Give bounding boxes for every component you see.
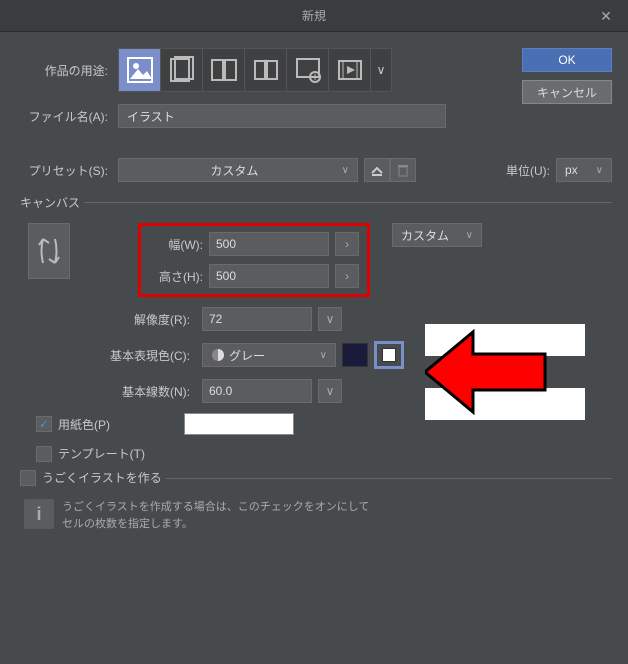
lines-dropdown[interactable]: ∨ xyxy=(318,379,342,403)
unit-select[interactable]: px ∨ xyxy=(556,158,612,182)
close-button[interactable]: ✕ xyxy=(584,0,628,32)
titlebar: 新規 ✕ xyxy=(0,0,628,32)
trash-icon xyxy=(397,163,409,177)
purpose-book[interactable] xyxy=(245,49,287,91)
orientation-button[interactable] xyxy=(28,223,70,279)
chevron-down-icon: ∨ xyxy=(466,230,473,241)
height-input[interactable] xyxy=(209,264,329,288)
purpose-print[interactable] xyxy=(287,49,329,91)
purpose-dropdown[interactable]: ∨ xyxy=(371,49,391,91)
chevron-down-icon: ∨ xyxy=(320,350,327,361)
moving-label: うごくイラストを作る xyxy=(42,469,162,486)
chevron-down-icon: ∨ xyxy=(377,63,386,77)
template-label: テンプレート(T) xyxy=(58,445,145,462)
swap-icon xyxy=(37,231,61,271)
size-preset-select[interactable]: カスタム ∨ xyxy=(392,223,482,247)
comic-icon xyxy=(167,55,197,85)
template-checkbox[interactable] xyxy=(36,446,52,462)
color-swatch-dark[interactable] xyxy=(342,343,368,367)
basecolor-label: 基本表現色(C): xyxy=(16,347,196,364)
dimensions-highlight: 幅(W): › 高さ(H): › xyxy=(138,223,370,297)
papercolor-swatch[interactable] xyxy=(184,413,294,435)
resolution-dropdown[interactable]: ∨ xyxy=(318,307,342,331)
close-icon: ✕ xyxy=(600,8,612,25)
illustration-icon xyxy=(125,55,155,85)
chevron-down-icon: ∨ xyxy=(326,312,335,326)
save-icon xyxy=(370,163,384,177)
chevron-down-icon: ∨ xyxy=(342,165,349,176)
pages-icon xyxy=(209,55,239,85)
purpose-comic[interactable] xyxy=(161,49,203,91)
chevron-down-icon: ∨ xyxy=(596,165,603,176)
print-icon xyxy=(293,55,323,85)
preset-select[interactable]: カスタム ∨ xyxy=(118,158,358,182)
preset-delete-button[interactable] xyxy=(390,158,416,182)
papercolor-label: 用紙色(P) xyxy=(58,416,178,433)
papercolor-checkbox[interactable]: ✓ xyxy=(36,416,52,432)
height-spinner[interactable]: › xyxy=(335,264,359,288)
chevron-down-icon: ∨ xyxy=(326,384,335,398)
unit-label: 単位(U): xyxy=(506,162,550,179)
info-text: うごくイラストを作成する場合は、このチェックをオンにして セルの枚数を指定します… xyxy=(62,499,369,532)
height-label: 高さ(H): xyxy=(149,268,203,285)
filename-input[interactable] xyxy=(118,104,446,128)
moving-checkbox[interactable] xyxy=(20,470,36,486)
info-icon: i xyxy=(24,499,54,529)
purpose-toolbar: ∨ xyxy=(118,48,392,92)
grayscale-icon xyxy=(211,348,225,362)
width-label: 幅(W): xyxy=(149,236,203,253)
purpose-illustration[interactable] xyxy=(119,49,161,91)
purpose-animation[interactable] xyxy=(329,49,371,91)
basecolor-select[interactable]: グレー ∨ xyxy=(202,343,336,367)
preset-label: プリセット(S): xyxy=(16,162,118,179)
annotation-arrow xyxy=(425,324,585,420)
check-icon: ✓ xyxy=(39,417,49,431)
chevron-right-icon: › xyxy=(345,269,349,283)
preset-save-button[interactable] xyxy=(364,158,390,182)
dialog-title: 新規 xyxy=(302,7,326,24)
moving-illust-section: うごくイラストを作る i うごくイラストを作成する場合は、このチェックをオンにし… xyxy=(16,478,612,532)
animation-icon xyxy=(335,55,365,85)
purpose-label: 作品の用途: xyxy=(16,62,118,79)
lines-input[interactable] xyxy=(202,379,312,403)
lines-label: 基本線数(N): xyxy=(16,383,196,400)
color-swatch-white[interactable] xyxy=(374,341,404,369)
book-icon xyxy=(251,55,281,85)
ok-button[interactable]: OK xyxy=(522,48,612,72)
cancel-button[interactable]: キャンセル xyxy=(522,80,612,104)
canvas-legend: キャンバス xyxy=(16,194,84,211)
chevron-right-icon: › xyxy=(345,237,349,251)
resolution-label: 解像度(R): xyxy=(16,311,196,328)
resolution-input[interactable] xyxy=(202,307,312,331)
width-input[interactable] xyxy=(209,232,329,256)
purpose-pages[interactable] xyxy=(203,49,245,91)
filename-label: ファイル名(A): xyxy=(16,108,118,125)
width-spinner[interactable]: › xyxy=(335,232,359,256)
